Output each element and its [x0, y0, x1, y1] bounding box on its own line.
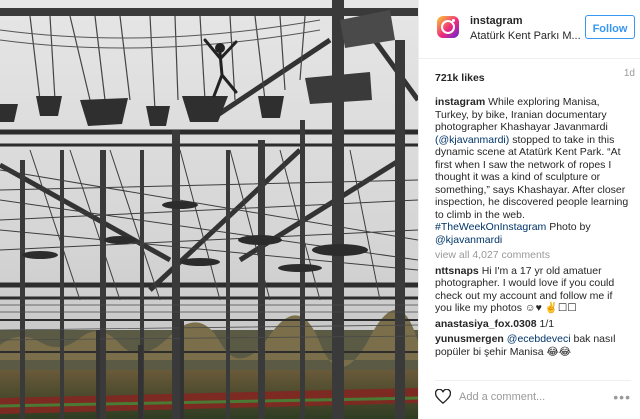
follow-button[interactable]: Follow [585, 15, 635, 39]
post-header: instagram Atatürk Kent Parkı M... Follow [419, 0, 640, 59]
comment: yunusmergen @ecebdeveci bak nasıl popüle… [435, 333, 631, 358]
camera-flash-icon [452, 19, 455, 22]
heart-outline-icon[interactable] [434, 388, 452, 409]
comment-list: instagram While exploring Manisa, Turkey… [435, 96, 631, 361]
post-side-panel: instagram Atatürk Kent Parkı M... Follow… [418, 0, 640, 419]
comment-username[interactable]: anastasiya_fox.0308 [435, 318, 537, 330]
caption-photo-by: Photo by [549, 221, 591, 233]
comment-mention[interactable]: @ecebdeveci [507, 333, 571, 345]
comment: anastasiya_fox.0308 1/1 [435, 318, 631, 331]
more-options-icon[interactable]: ••• [613, 389, 631, 405]
caption-photographer-mention[interactable]: @kjavanmardi [435, 234, 502, 246]
caption-text-2: stopped to take in this dynamic scene at… [435, 133, 629, 221]
likes-row: 721k likes 1d [435, 68, 635, 84]
caption-username[interactable]: instagram [435, 96, 485, 108]
caption-hashtag[interactable]: #TheWeekOnInstagram [435, 221, 546, 233]
post-age[interactable]: 1d [624, 68, 635, 79]
comment-text: 1/1 [539, 317, 555, 330]
instagram-logo-icon[interactable] [437, 16, 459, 38]
rope-park-photo [0, 0, 418, 419]
caption-mention[interactable]: (@kjavanmardi) [435, 134, 509, 146]
caption: instagram While exploring Manisa, Turkey… [435, 96, 631, 246]
add-comment-input[interactable]: Add a comment... [459, 391, 545, 403]
post-photo[interactable] [0, 0, 418, 419]
heart-outline-icon-graphic [434, 388, 452, 405]
header-location[interactable]: Atatürk Kent Parkı M... [470, 30, 580, 42]
camera-lens-icon [441, 20, 455, 34]
comment-username[interactable]: nttsnaps [435, 265, 479, 277]
comment-composer: Add a comment... ••• [434, 380, 631, 411]
header-username[interactable]: instagram [470, 15, 523, 27]
comment: nttsnaps Hi I'm a 17 yr old amatuer phot… [435, 265, 631, 315]
likes-count[interactable]: 721k likes [435, 72, 485, 84]
comment-username[interactable]: yunusmergen [435, 333, 504, 345]
instagram-post: instagram Atatürk Kent Parkı M... Follow… [0, 0, 640, 419]
view-all-comments-link[interactable]: view all 4,027 comments [435, 249, 631, 262]
